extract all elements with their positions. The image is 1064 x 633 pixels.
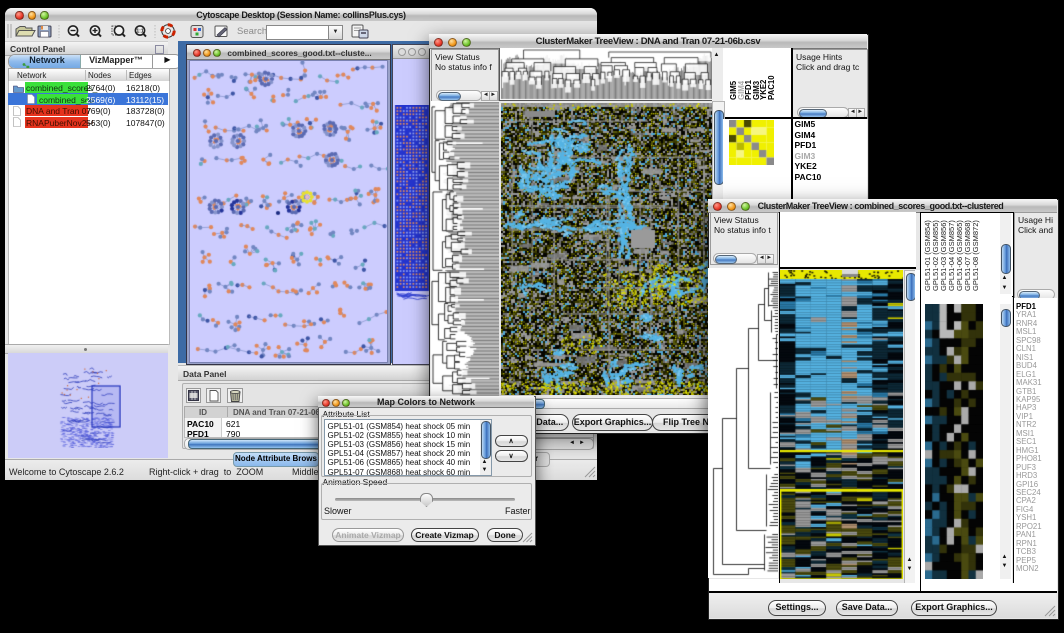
svg-text:1:1: 1:1	[136, 29, 143, 35]
svg-text:Search:: Search:	[237, 26, 270, 37]
